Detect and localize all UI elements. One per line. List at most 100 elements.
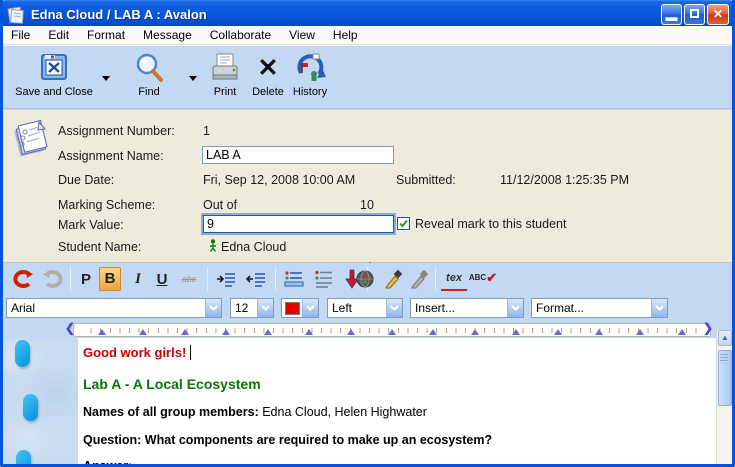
- menu-format[interactable]: Format: [87, 26, 135, 44]
- alignment-value: Left: [328, 301, 386, 315]
- scrollbar-grip: [720, 354, 728, 362]
- question-line: Question: What components are required t…: [83, 433, 492, 447]
- chevron-down-icon[interactable]: [507, 299, 523, 317]
- title-bar[interactable]: Edna Cloud / LAB A : Avalon ▬ ✕: [0, 0, 735, 29]
- ruler-tab-stops[interactable]: [98, 329, 686, 335]
- assignment-number-label: Assignment Number:: [58, 124, 175, 138]
- bold-button[interactable]: B: [99, 267, 121, 291]
- chevron-down-icon[interactable]: [257, 299, 273, 317]
- indent-increase-icon: [216, 271, 236, 287]
- teacher-comment-text: Good work girls!: [83, 345, 186, 360]
- stationery-drop: [15, 340, 30, 367]
- save-and-close-label: Save and Close: [9, 86, 99, 98]
- submitted-value: 11/12/2008 1:25:35 PM: [500, 173, 629, 187]
- scroll-up-icon: ▲: [721, 334, 729, 342]
- font-family-combo[interactable]: Arial: [6, 298, 222, 318]
- stationery-drop: [16, 450, 31, 464]
- assignment-name-label: Assignment Name:: [58, 149, 164, 163]
- find-dropdown-arrow[interactable]: [189, 76, 197, 85]
- chevron-down-icon[interactable]: [651, 299, 667, 317]
- undo-icon: [12, 269, 34, 289]
- mark-value-label: Mark Value:: [58, 218, 124, 232]
- italic-button[interactable]: I: [127, 267, 149, 291]
- plain-style-button[interactable]: P: [75, 267, 97, 291]
- save-and-close-button[interactable]: Save and Close: [9, 49, 99, 107]
- student-name-value[interactable]: Edna Cloud: [221, 240, 286, 254]
- insert-link-button[interactable]: [352, 267, 378, 291]
- insert-combo[interactable]: Insert...: [410, 298, 524, 318]
- chevron-down-icon[interactable]: [386, 299, 402, 317]
- indent-decrease-button[interactable]: [243, 267, 269, 291]
- minimize-button[interactable]: ▬: [661, 4, 682, 25]
- undo-button[interactable]: [9, 267, 37, 291]
- indent-increase-button[interactable]: [213, 267, 239, 291]
- spell-check-button[interactable]: ABC ✔: [471, 265, 495, 289]
- toolbar-separator: [207, 267, 208, 291]
- assignment-name-input[interactable]: [202, 146, 394, 164]
- ruler-row: ❮ ❯: [3, 322, 732, 338]
- redo-button[interactable]: [39, 267, 67, 291]
- text-color-combo[interactable]: [281, 298, 319, 318]
- main-toolbar: Save and Close Find Print ✕ Delete: [3, 45, 732, 109]
- eyedropper-yellow-icon: [384, 269, 402, 289]
- underline-button[interactable]: U: [151, 267, 173, 291]
- reveal-mark-checkbox[interactable]: [397, 217, 410, 230]
- history-label: History: [288, 86, 332, 98]
- menu-bar: File Edit Format Message Collaborate Vie…: [3, 26, 732, 45]
- save-dropdown-arrow[interactable]: [102, 76, 110, 85]
- spell-as-you-type-button[interactable]: tex: [441, 267, 467, 291]
- message-body[interactable]: Good work girls! Lab A - A Local Ecosyst…: [3, 338, 732, 464]
- spell-check-checkmark: ✔: [486, 274, 497, 281]
- indent-decrease-icon: [246, 271, 266, 287]
- clear-style-button[interactable]: abc: [177, 267, 201, 291]
- format-eraser-button[interactable]: [407, 267, 431, 291]
- window-title: Edna Cloud / LAB A : Avalon: [31, 7, 659, 22]
- assignment-icon: [13, 118, 49, 160]
- font-family-value: Arial: [7, 301, 205, 315]
- history-button[interactable]: History: [288, 49, 332, 107]
- app-window: Edna Cloud / LAB A : Avalon ▬ ✕ File Edi…: [0, 0, 735, 467]
- group-members-line: Names of all group members: Edna Cloud, …: [83, 405, 427, 419]
- message-icon: [6, 6, 25, 24]
- vertical-scrollbar[interactable]: ▲: [716, 330, 732, 464]
- close-button[interactable]: ✕: [707, 4, 729, 25]
- delete-button[interactable]: ✕ Delete: [246, 49, 290, 107]
- ruler-right-margin-marker[interactable]: ❯: [703, 321, 713, 335]
- teacher-comment: Good work girls!: [83, 345, 191, 360]
- menu-view[interactable]: View: [289, 26, 325, 44]
- maximize-button[interactable]: [684, 4, 705, 25]
- save-close-icon: [37, 51, 71, 85]
- history-icon: [293, 51, 327, 85]
- format-combo[interactable]: Format...: [531, 298, 668, 318]
- alignment-combo[interactable]: Left: [327, 298, 403, 318]
- print-icon: [208, 51, 242, 85]
- chevron-down-icon[interactable]: [205, 299, 221, 317]
- menu-edit[interactable]: Edit: [48, 26, 79, 44]
- stationery-margin: [3, 338, 78, 464]
- color-swatch: [285, 302, 300, 315]
- format-toolbar: P B I U abc: [3, 263, 732, 295]
- eyedropper-gray-icon: [410, 269, 428, 289]
- ruler[interactable]: [73, 323, 711, 337]
- print-button[interactable]: Print: [203, 49, 247, 107]
- mark-value-input[interactable]: [203, 215, 394, 233]
- chevron-down-icon[interactable]: [302, 299, 318, 317]
- find-icon: [131, 51, 167, 85]
- scroll-up-button[interactable]: ▲: [718, 330, 732, 346]
- line-spacing-loose-button[interactable]: [311, 267, 337, 291]
- delete-icon: ✕: [246, 51, 290, 85]
- group-members-label: Names of all group members:: [83, 405, 259, 419]
- line-spacing-tight-button[interactable]: [281, 267, 307, 291]
- due-date-label: Due Date:: [58, 173, 114, 187]
- format-painter-button[interactable]: [381, 267, 405, 291]
- menu-collaborate[interactable]: Collaborate: [210, 26, 281, 44]
- menu-message[interactable]: Message: [143, 26, 202, 44]
- submitted-label: Submitted:: [396, 173, 456, 187]
- checkmark-icon: [398, 218, 409, 229]
- menu-file[interactable]: File: [11, 26, 40, 44]
- font-size-combo[interactable]: 12: [230, 298, 274, 318]
- menu-help[interactable]: Help: [333, 26, 368, 44]
- reveal-mark-label: Reveal mark to this student: [415, 217, 566, 231]
- find-button[interactable]: Find: [123, 49, 175, 107]
- format-value: Format...: [532, 301, 651, 315]
